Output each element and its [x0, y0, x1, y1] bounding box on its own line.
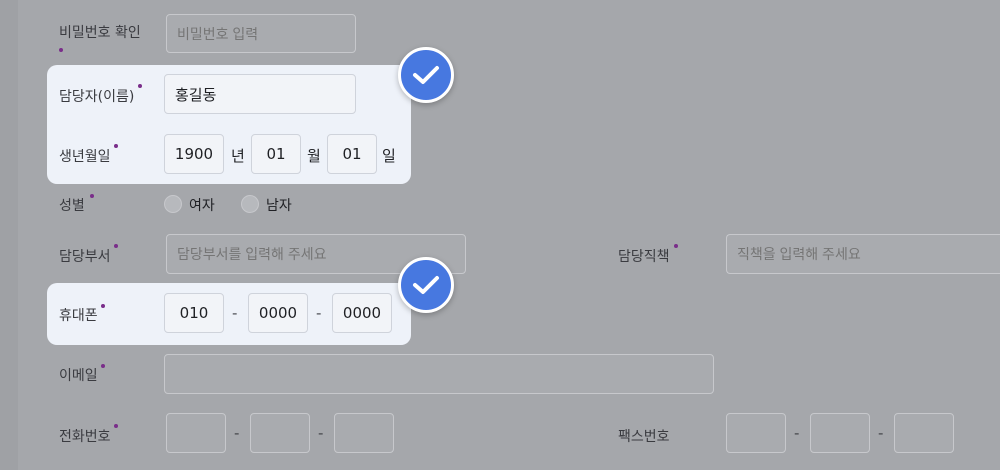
phone-part3-input[interactable] [334, 413, 394, 453]
birthdate-label: 생년월일 [59, 149, 111, 165]
required-dot [674, 244, 678, 248]
mobile-part2-input[interactable]: 0000 [248, 293, 308, 333]
gender-male-radio[interactable] [241, 195, 259, 213]
mobile-separator: - [232, 304, 238, 322]
fax-separator: - [878, 424, 884, 442]
required-dot [114, 244, 118, 248]
email-input[interactable] [164, 354, 714, 394]
year-unit: 년 [231, 147, 245, 165]
phone-label: 전화번호 [59, 429, 111, 445]
mobile-separator: - [316, 304, 322, 322]
fax-part2-input[interactable] [810, 413, 870, 453]
fax-part1-input[interactable] [726, 413, 786, 453]
check-circle-icon [398, 257, 454, 313]
phone-separator: - [234, 424, 240, 442]
manager-name-label: 담당자(이름) [59, 89, 135, 105]
mobile-part1-input[interactable]: 010 [164, 293, 224, 333]
department-label: 담당부서 [59, 249, 111, 265]
fax-label: 팩스번호 [618, 429, 670, 445]
required-dot [59, 48, 63, 52]
required-dot [138, 84, 142, 88]
mobile-part3-input[interactable]: 0000 [332, 293, 392, 333]
gender-label: 성별 [59, 198, 85, 214]
phone-part2-input[interactable] [250, 413, 310, 453]
gender-female-radio[interactable] [164, 195, 182, 213]
birth-day-input[interactable]: 01 [327, 134, 377, 174]
required-dot [114, 424, 118, 428]
fax-separator: - [794, 424, 800, 442]
check-circle-icon [398, 47, 454, 103]
required-dot [101, 304, 105, 308]
password-confirm-label: 비밀번호 확인 [59, 25, 141, 41]
gender-female-label: 여자 [189, 198, 215, 214]
gender-male-label: 남자 [266, 198, 292, 214]
required-dot [114, 144, 118, 148]
position-label: 담당직책 [618, 249, 670, 265]
fax-part3-input[interactable] [894, 413, 954, 453]
birth-year-input[interactable]: 1900 [164, 134, 224, 174]
page-left-edge [0, 0, 18, 470]
day-unit: 일 [382, 147, 396, 165]
month-unit: 월 [307, 147, 321, 165]
phone-separator: - [318, 424, 324, 442]
mobile-label: 휴대폰 [59, 308, 98, 324]
phone-part1-input[interactable] [166, 413, 226, 453]
required-dot [90, 194, 94, 198]
manager-name-input[interactable]: 홍길동 [164, 74, 356, 114]
password-confirm-input[interactable] [166, 14, 356, 53]
birth-month-input[interactable]: 01 [251, 134, 301, 174]
required-dot [101, 364, 105, 368]
position-input[interactable] [726, 234, 1000, 274]
email-label: 이메일 [59, 368, 98, 384]
